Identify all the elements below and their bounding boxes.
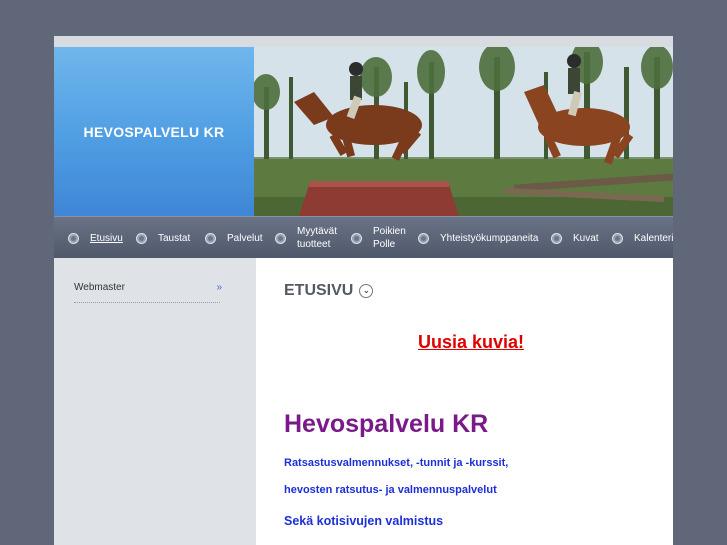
page-title-text: ETUSIVU [284,282,354,299]
nav-label[interactable]: Poikien Polle [373,225,406,251]
nav-bullet-icon [68,232,79,244]
new-pictures-link[interactable]: Uusia kuvia! [418,332,524,353]
nav-item-taustat[interactable]: Taustat [136,217,190,259]
double-chevron-right-icon: » [216,282,221,293]
nav-item-yhteistyokumppaneita[interactable]: Yhteistyökumppaneita [418,217,538,259]
nav-item-kuvat[interactable]: Kuvat [551,217,599,259]
main-navigation: Etusivu Taustat Palvelut Myytävät tuotte… [54,216,673,259]
chevron-down-icon[interactable]: ⌄ [359,284,374,298]
nav-label[interactable]: Myytävät tuotteet [297,225,337,251]
site-logo[interactable]: HEVOSPALVELU KR [54,47,254,216]
nav-label[interactable]: Kuvat [573,232,599,245]
top-strip [54,36,673,47]
sidebar-item-label[interactable]: Webmaster [74,282,125,293]
main-heading: Hevospalvelu KR [284,410,489,438]
nav-bullet-icon [612,232,623,244]
site-logo-text: HEVOSPALVELU KR [83,123,225,140]
nav-item-kalenteri[interactable]: Kalenteri [612,217,673,259]
sidebar: Webmaster » [54,258,256,545]
services-line-2: hevosten ratsutus- ja valmennuspalvelut [284,484,497,496]
nav-bullet-icon [418,232,429,244]
nav-bullet-icon [275,232,286,244]
nav-label[interactable]: Kalenteri [634,232,673,245]
nav-bullet-icon [136,232,147,244]
nav-label[interactable]: Taustat [158,232,190,245]
page-container: HEVOSPALVELU KR Etusivu Taustat Palvelut… [54,36,673,545]
page-title: ETUSIVU ⌄ [284,282,374,300]
nav-label[interactable]: Palvelut [227,232,263,245]
services-line-3: Sekä kotisivujen valmistus [284,514,444,528]
nav-label[interactable]: Yhteistyökumppaneita [440,232,538,245]
sidebar-item-webmaster[interactable]: Webmaster » [74,282,222,303]
nav-item-etusivu[interactable]: Etusivu [68,217,123,259]
header-banner-image [254,47,673,216]
main-content: ETUSIVU ⌄ Uusia kuvia! Hevospalvelu KR R… [256,258,673,545]
nav-bullet-icon [551,232,562,244]
nav-item-myytavat-tuotteet[interactable]: Myytävät tuotteet [275,217,337,259]
services-line-1: Ratsastusvalmennukset, -tunnit ja -kurss… [284,457,509,469]
nav-bullet-icon [351,232,362,244]
nav-label[interactable]: Etusivu [90,232,123,245]
nav-bullet-icon [205,232,216,244]
nav-item-poikien-polle[interactable]: Poikien Polle [351,217,406,259]
nav-item-palvelut[interactable]: Palvelut [205,217,263,259]
